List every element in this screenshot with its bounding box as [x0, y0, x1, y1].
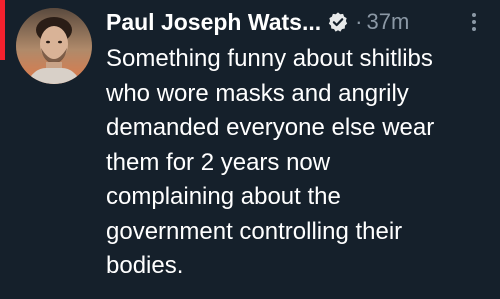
separator-dot: ·	[355, 9, 363, 34]
tweet-content: Paul Joseph Wats... · 37m Something funn…	[106, 2, 492, 284]
author-name[interactable]: Paul Joseph Wats...	[106, 9, 321, 36]
verified-badge-icon	[327, 11, 349, 33]
more-options-icon[interactable]	[462, 10, 486, 34]
tweet-text: Something funny about shitlibs who wore …	[106, 45, 435, 279]
timestamp[interactable]: 37m	[366, 9, 409, 35]
accent-bar	[0, 0, 5, 60]
tweet-card[interactable]: Paul Joseph Wats... · 37m Something funn…	[0, 0, 500, 299]
tweet-header: Paul Joseph Wats... · 37m	[106, 2, 492, 42]
avatar[interactable]	[16, 8, 92, 84]
